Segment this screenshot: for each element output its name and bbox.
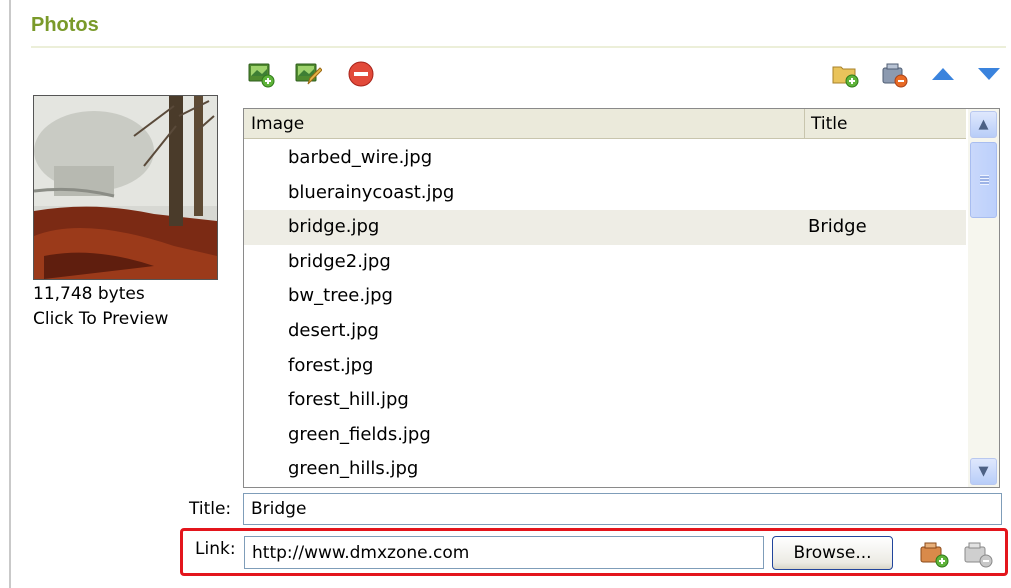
link-label: Link: [195,539,236,559]
chevron-up-icon: ▲ [978,117,989,132]
move-up-icon[interactable] [929,60,957,88]
list-rows: barbed_wire.jpg bluerainycoast.jpg bridg… [244,141,966,487]
row-image-name: green_hills.jpg [288,458,419,480]
browse-button[interactable]: Browse... [772,536,893,570]
title-label: Title: [189,499,232,519]
add-link-icon[interactable] [918,538,950,570]
list-row[interactable]: bridge2.jpg [244,245,966,280]
row-image-name: bridge.jpg [288,216,380,238]
chevron-down-icon: ▼ [978,464,989,479]
remove-link-icon[interactable] [962,538,994,570]
title-field[interactable] [243,493,1002,525]
section-title: Photos [31,14,99,36]
list-row[interactable]: green_hills.jpg [244,452,966,487]
scroll-up-button[interactable]: ▲ [970,111,997,138]
row-title: Bridge [808,216,867,238]
row-image-name: bw_tree.jpg [288,285,393,307]
row-image-name: green_fields.jpg [288,423,431,445]
row-image-name: barbed_wire.jpg [288,147,433,168]
scroll-thumb[interactable] [970,142,997,218]
list-row[interactable]: green_fields.jpg [244,418,966,453]
edit-image-icon[interactable] [294,60,322,88]
row-image-name: bluerainycoast.jpg [288,181,455,203]
scroll-down-button[interactable]: ▼ [970,458,997,485]
list-row[interactable]: forest_hill.jpg [244,383,966,418]
list-row[interactable]: bluerainycoast.jpg [244,176,966,211]
vertical-scrollbar[interactable]: ▲ ▼ [968,109,999,487]
list-header: Image Title [244,109,966,139]
link-field[interactable] [244,536,764,569]
list-row[interactable]: forest.jpg [244,349,966,384]
add-folder-icon[interactable] [831,60,859,88]
row-image-name: forest_hill.jpg [288,389,409,411]
list-row-selected[interactable]: bridge.jpg Bridge [244,210,966,245]
left-border [9,0,11,588]
photo-thumbnail[interactable] [33,95,218,280]
row-image-name: forest.jpg [288,354,374,376]
remove-icon[interactable] [347,60,375,88]
move-down-icon[interactable] [975,60,1003,88]
row-image-name: bridge2.jpg [288,250,391,272]
remove-folder-icon[interactable] [880,60,908,88]
file-size-label: 11,748 bytes [33,284,145,304]
section-divider [31,46,1006,48]
row-image-name: desert.jpg [288,319,379,341]
grip-icon [980,175,989,185]
list-row[interactable]: desert.jpg [244,314,966,349]
list-row[interactable]: barbed_wire.jpg [244,141,966,176]
preview-hint[interactable]: Click To Preview [33,309,168,329]
list-row[interactable]: bw_tree.jpg [244,279,966,314]
add-image-icon[interactable] [247,60,275,88]
image-list[interactable]: Image Title barbed_wire.jpg bluerainycoa… [243,108,1000,488]
column-header-image[interactable]: Image [244,109,805,139]
column-header-title[interactable]: Title [805,109,966,139]
